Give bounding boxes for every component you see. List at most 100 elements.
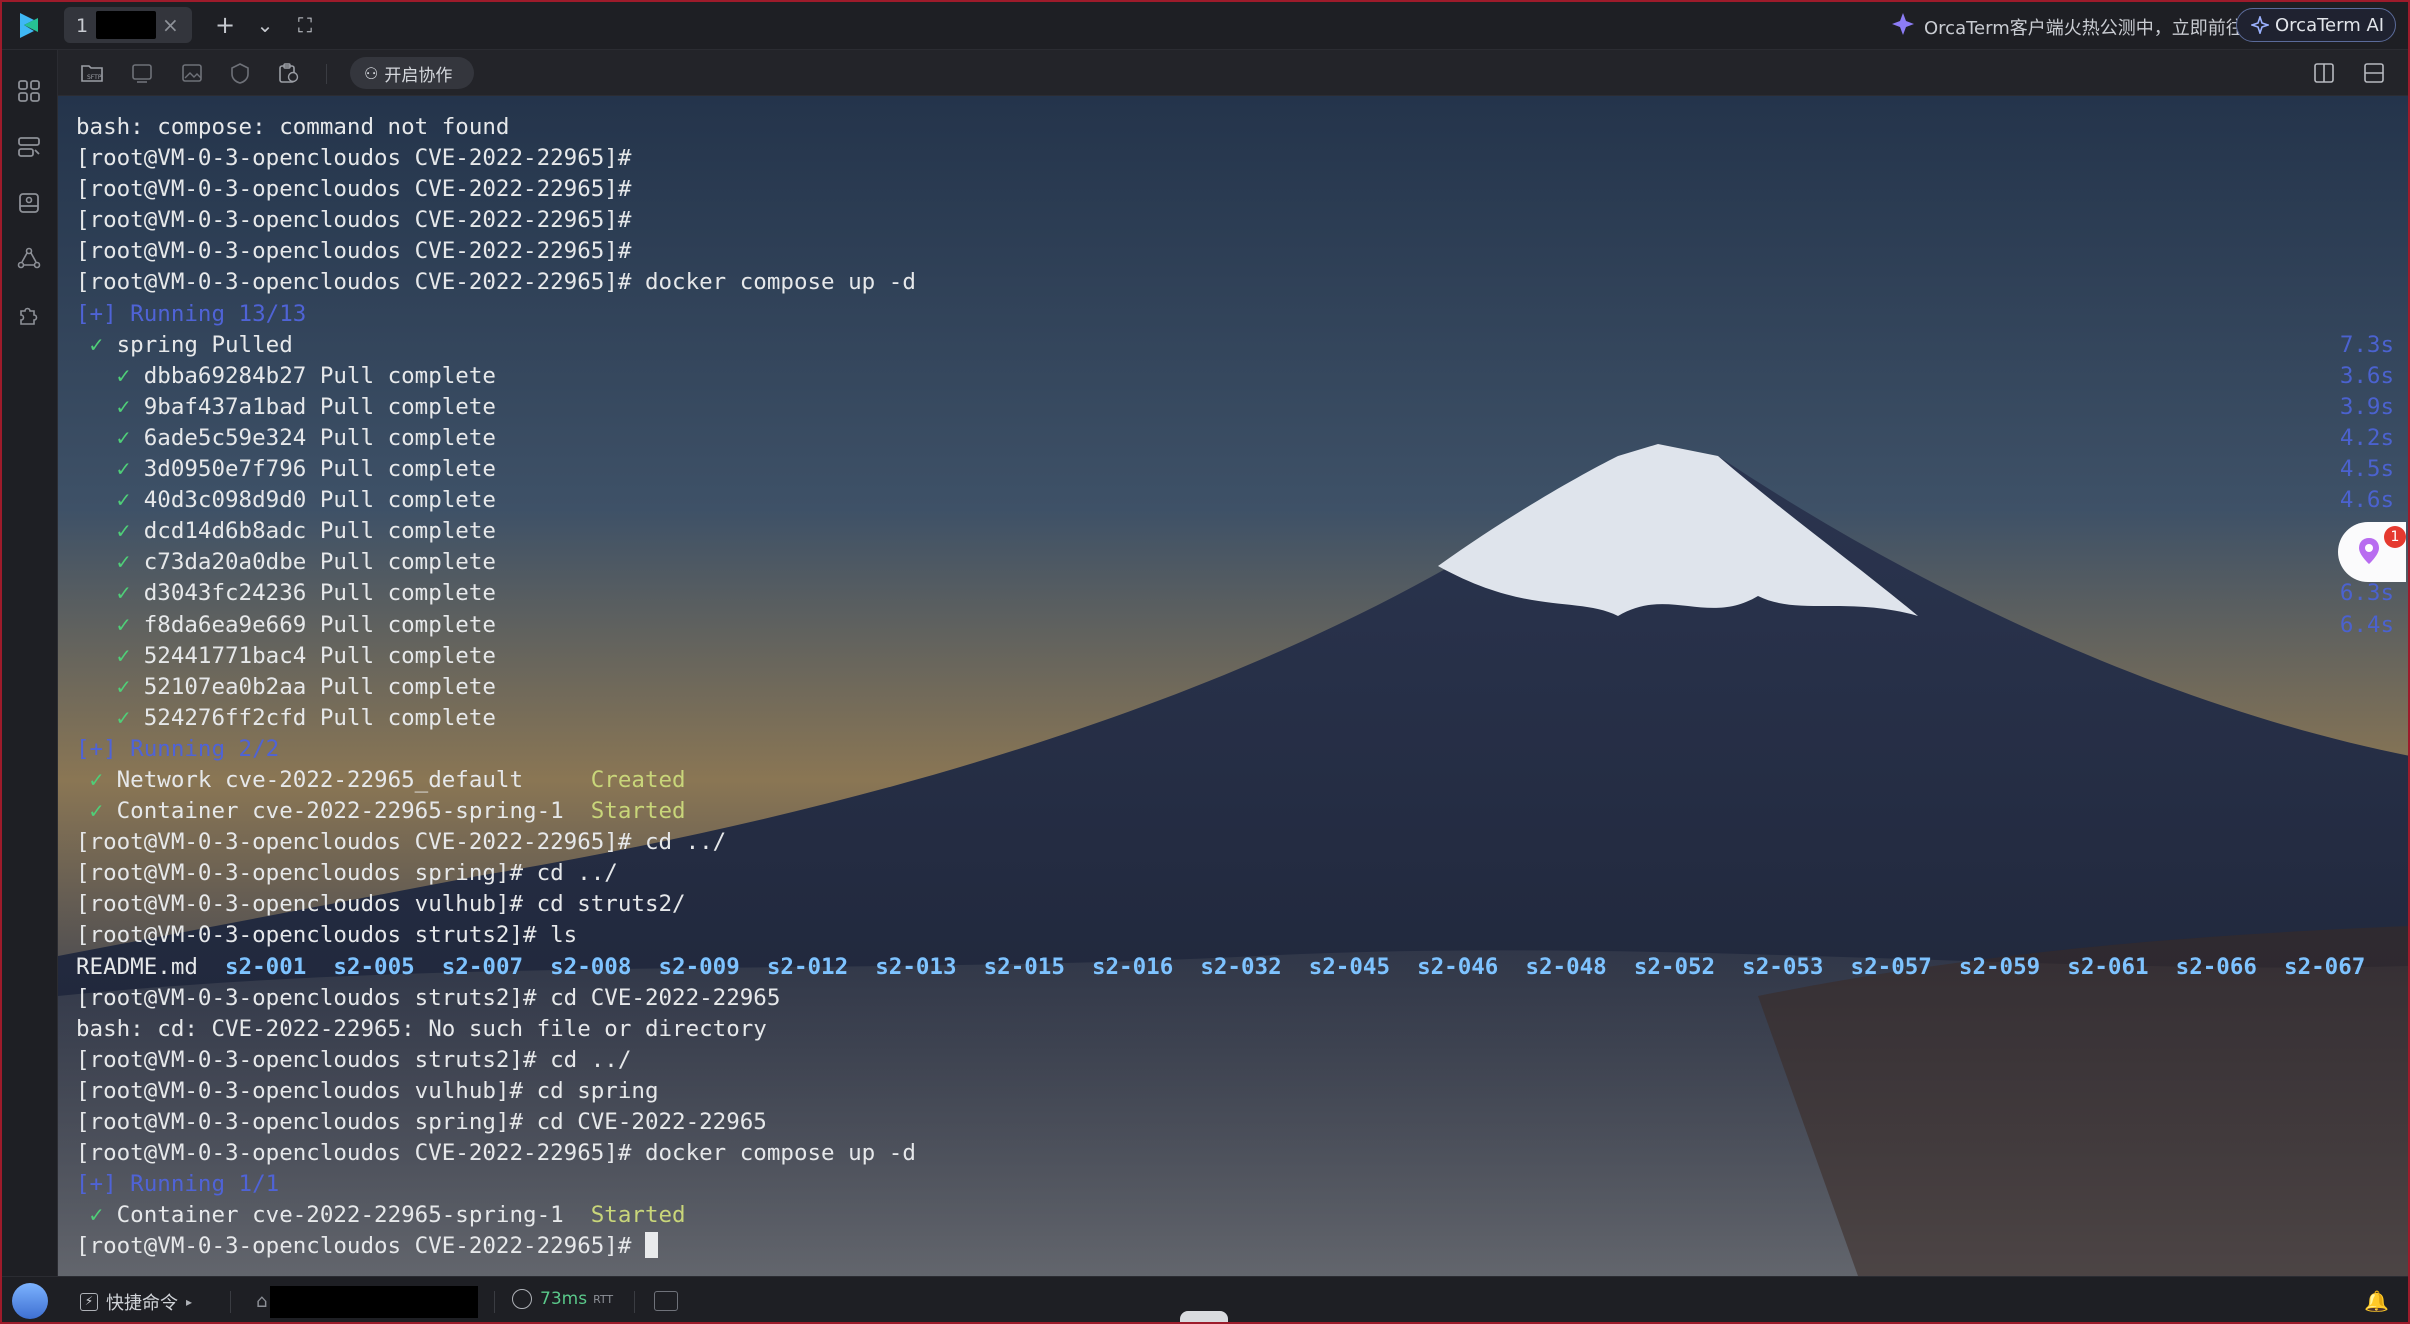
snapshot-clipboard-icon[interactable] bbox=[274, 60, 302, 86]
terminal-line: bash: cd: CVE-2022-22965: No such file o… bbox=[76, 1014, 2406, 1045]
terminal-text: [+] Running 1/1 bbox=[76, 1171, 280, 1198]
terminal-line: ✓ Container cve-2022-22965-spring-1 Star… bbox=[76, 1200, 2406, 1231]
timing-value: 6.4s bbox=[2339, 611, 2394, 638]
terminal-cursor bbox=[644, 1232, 658, 1259]
files-icon[interactable] bbox=[14, 188, 44, 218]
ai-button-label: OrcaTerm AI bbox=[2275, 14, 2385, 36]
terminal-line: ✓ 6ade5c59e324 Pull complete bbox=[76, 423, 2406, 454]
terminal-text: README.md bbox=[76, 953, 226, 980]
tab-close-icon[interactable]: × bbox=[162, 13, 179, 37]
terminal-line: ✓ 3d0950e7f796 Pull complete bbox=[76, 454, 2406, 485]
collaborate-label: 开启协作 bbox=[384, 65, 453, 86]
puzzle-extension-icon[interactable] bbox=[14, 300, 44, 330]
fullscreen-icon[interactable]: ⛶ bbox=[290, 10, 320, 40]
bell-icon[interactable]: 🔔 bbox=[2364, 1289, 2389, 1313]
terminal-text: [root@VM-0-3-opencloudos spring]# cd CVE… bbox=[76, 1109, 767, 1135]
terminal-line: bash: compose: command not found bbox=[76, 112, 2406, 143]
svg-text:SFTP: SFTP bbox=[87, 74, 102, 81]
terminal-toolbar: SFTP ⚇ 开启协作 bbox=[58, 50, 2410, 96]
terminal-text: [+] Running 13/13 bbox=[76, 300, 307, 327]
panel-toggle-handle[interactable] bbox=[1180, 1311, 1228, 1324]
terminal-line: [+] Running 13/13 bbox=[76, 299, 2406, 330]
status-text: Created bbox=[590, 766, 686, 793]
app-logo-icon[interactable] bbox=[14, 10, 44, 40]
terminal-text: [root@VM-0-3-opencloudos CVE-2022-22965]… bbox=[76, 1233, 645, 1260]
check-icon: ✓ bbox=[76, 642, 131, 669]
grid-apps-icon[interactable] bbox=[14, 76, 44, 106]
terminal-line: ✓ 52441771bac4 Pull complete bbox=[76, 641, 2406, 672]
status-text: Started bbox=[590, 798, 686, 825]
timing-value: 3.9s bbox=[2339, 393, 2394, 420]
screen-record-icon[interactable] bbox=[128, 60, 156, 86]
status-bar: ⚡ 快捷命令 ▸ ⌂ 73ms RTT 🔔 bbox=[0, 1276, 2410, 1324]
terminal-line: [root@VM-0-3-opencloudos CVE-2022-22965]… bbox=[76, 174, 2406, 205]
terminal-text: [root@VM-0-3-opencloudos CVE-2022-22965]… bbox=[76, 238, 632, 265]
security-shield-icon[interactable] bbox=[226, 60, 254, 86]
check-icon: ✓ bbox=[76, 1202, 104, 1229]
check-icon: ✓ bbox=[76, 580, 131, 607]
timing-value: 4.6s bbox=[2339, 487, 2394, 514]
timing-spacer bbox=[2340, 236, 2394, 267]
terminal-line: [root@VM-0-3-opencloudos struts2]# ls bbox=[76, 920, 2406, 951]
split-vertical-icon[interactable] bbox=[2310, 60, 2338, 86]
title-bar: 1 × + ⌄ ⛶ OrcaTerm客户端火热公测中，立即前往 OrcaTerm… bbox=[0, 0, 2410, 50]
timing-spacer bbox=[2340, 143, 2394, 174]
sftp-folder-icon[interactable]: SFTP bbox=[78, 60, 106, 86]
terminal-line: ✓ 52107ea0b2aa Pull complete bbox=[76, 672, 2406, 703]
terminal-text: [root@VM-0-3-opencloudos CVE-2022-22965]… bbox=[76, 176, 632, 203]
directory-list: s2-001 s2-005 s2-007 s2-008 s2-009 s2-01… bbox=[225, 953, 2366, 980]
caret-right-icon: ▸ bbox=[186, 1295, 193, 1309]
terminal-text: dbba69284b27 Pull complete bbox=[130, 362, 496, 389]
terminal-text: [root@VM-0-3-opencloudos struts2]# cd CV… bbox=[76, 984, 781, 1011]
terminal-line: ✓ dcd14d6b8adc Pull complete bbox=[76, 516, 2406, 547]
terminal-text: c73da20a0dbe Pull complete bbox=[130, 549, 496, 576]
tab-dropdown-icon[interactable]: ⌄ bbox=[250, 10, 280, 40]
terminal-line: ✓ Network cve-2022-22965_default Created bbox=[76, 765, 2406, 796]
tab-title-redacted bbox=[96, 11, 156, 39]
timing-spacer bbox=[2340, 267, 2394, 298]
promo-link[interactable]: OrcaTerm客户端火热公测中，立即前往 bbox=[1924, 14, 2244, 40]
terminal-line: [root@VM-0-3-opencloudos spring]# cd CVE… bbox=[76, 1107, 2406, 1138]
terminal-line: ✓ c73da20a0dbe Pull complete bbox=[76, 547, 2406, 578]
terminal-text: 40d3c098d9d0 Pull complete bbox=[130, 487, 496, 514]
status-divider bbox=[230, 1291, 231, 1313]
terminal-line: ✓ 524276ff2cfd Pull complete bbox=[76, 703, 2406, 734]
latency-indicator: 73ms RTT bbox=[512, 1289, 613, 1309]
terminal-line: [root@VM-0-3-opencloudos CVE-2022-22965]… bbox=[76, 1138, 2406, 1169]
location-pin-icon bbox=[2359, 538, 2379, 564]
terminal-line: [root@VM-0-3-opencloudos CVE-2022-22965]… bbox=[76, 205, 2406, 236]
ai-sparkle-icon bbox=[2251, 16, 2269, 34]
monitor-chart-icon[interactable] bbox=[654, 1291, 678, 1311]
server-list-icon[interactable] bbox=[14, 132, 44, 162]
terminal-text: 6ade5c59e324 Pull complete bbox=[130, 424, 496, 451]
terminal-text: [root@VM-0-3-opencloudos CVE-2022-22965]… bbox=[76, 145, 632, 172]
orcaterm-ai-button[interactable]: OrcaTerm AI bbox=[2236, 8, 2396, 42]
terminal-text: [root@VM-0-3-opencloudos CVE-2022-22965]… bbox=[76, 829, 727, 856]
terminal-line: [+] Running 1/1 bbox=[76, 1169, 2406, 1200]
status-text: Started bbox=[590, 1202, 686, 1229]
floating-helper-widget[interactable]: 1 bbox=[2338, 522, 2406, 582]
terminal-line: README.md s2-001 s2-005 s2-007 s2-008 s2… bbox=[76, 952, 2406, 983]
quick-commands-button[interactable]: ⚡ 快捷命令 ▸ bbox=[80, 1289, 192, 1315]
image-icon[interactable] bbox=[178, 60, 206, 86]
check-icon: ✓ bbox=[76, 766, 104, 793]
tab-session-1[interactable]: 1 × bbox=[64, 7, 192, 43]
collaborate-button[interactable]: ⚇ 开启协作 bbox=[350, 57, 474, 89]
terminal-line: ✓ f8da6ea9e669 Pull complete bbox=[76, 610, 2406, 641]
new-tab-button[interactable]: + bbox=[210, 10, 240, 40]
notification-badge: 1 bbox=[2384, 526, 2406, 548]
terminal-line: [root@VM-0-3-opencloudos CVE-2022-22965]… bbox=[76, 236, 2406, 267]
timing-value: 4.5s bbox=[2339, 456, 2394, 483]
timing-value: 4.2s bbox=[2339, 424, 2394, 451]
terminal-text: bash: cd: CVE-2022-22965: No such file o… bbox=[76, 1015, 767, 1042]
terminal-text: Network cve-2022-22965_default bbox=[103, 766, 591, 793]
terminal-pane[interactable]: bash: compose: command not found [root@VM… bbox=[58, 96, 2410, 1276]
terminal-text: spring Pulled bbox=[103, 331, 293, 358]
share-network-icon[interactable] bbox=[14, 244, 44, 274]
terminal-line: ✓ 9baf437a1bad Pull complete bbox=[76, 392, 2406, 423]
split-horizontal-icon[interactable] bbox=[2360, 60, 2388, 86]
avatar[interactable] bbox=[12, 1283, 48, 1319]
terminal-line: [root@VM-0-3-opencloudos CVE-2022-22965]… bbox=[76, 143, 2406, 174]
timing-value: 6.3s bbox=[2339, 580, 2394, 607]
terminal-text: [root@VM-0-3-opencloudos spring]# cd ../ bbox=[76, 860, 618, 887]
